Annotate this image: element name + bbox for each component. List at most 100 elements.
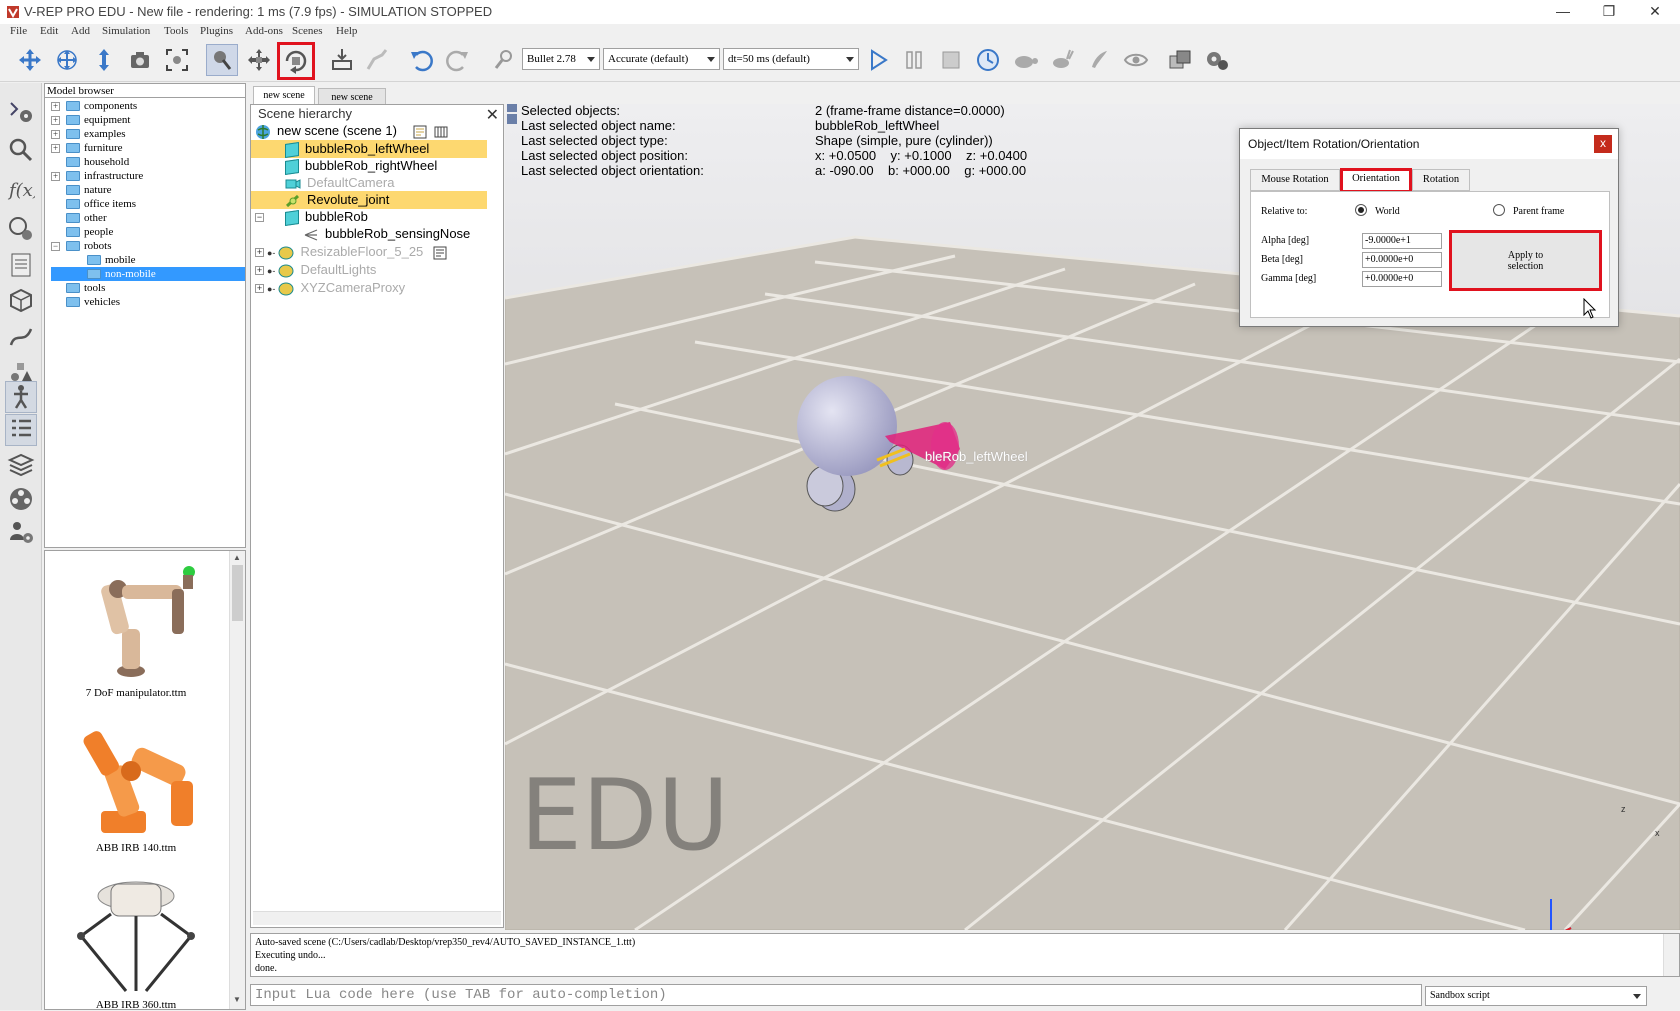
folder-item[interactable]: mobile: [51, 253, 245, 267]
menu-simulation[interactable]: Simulation: [102, 25, 150, 37]
hierarchy-hscrollbar[interactable]: [253, 911, 501, 925]
click-selection-button[interactable]: [206, 44, 238, 76]
film-icon[interactable]: [434, 125, 448, 139]
menu-plugins[interactable]: Plugins: [200, 25, 233, 37]
object-rotate-button[interactable]: [277, 42, 315, 80]
folder-item-selected[interactable]: non-mobile: [51, 267, 245, 281]
object-properties-button[interactable]: [5, 284, 37, 316]
folder-item[interactable]: + components: [51, 99, 245, 113]
model-thumbnail[interactable]: 7 DoF manipulator.ttm: [51, 559, 221, 699]
scrollbar-thumb[interactable]: [232, 565, 243, 621]
menu-add[interactable]: Add: [71, 25, 90, 37]
slow-down-button[interactable]: [1009, 44, 1041, 76]
hierarchy-item[interactable]: + ●- ResizableFloor_5_25: [251, 243, 487, 261]
hierarchy-item[interactable]: + ●- DefaultLights: [251, 261, 487, 279]
tab-orientation[interactable]: Orientation: [1340, 168, 1412, 193]
tab-scene-1[interactable]: new scene: [253, 86, 315, 104]
menu-file[interactable]: File: [10, 25, 27, 37]
menu-edit[interactable]: Edit: [40, 25, 58, 37]
scroll-up-icon[interactable]: ▲: [233, 553, 241, 562]
apply-to-selection-button[interactable]: Apply to selection: [1449, 230, 1602, 291]
camera-shift-button[interactable]: [88, 44, 120, 76]
visualization-toggle-button[interactable]: [1120, 44, 1152, 76]
collapse-icon[interactable]: −: [51, 241, 60, 251]
radio-parent-frame[interactable]: [1493, 204, 1505, 216]
folder-item[interactable]: + examples: [51, 127, 245, 141]
tab-rotation[interactable]: Rotation: [1412, 169, 1470, 191]
thumbnails-scrollbar[interactable]: ▲ ▼: [229, 551, 245, 1009]
folder-item[interactable]: vehicles: [51, 295, 245, 309]
expand-icon[interactable]: +: [51, 129, 60, 139]
folder-item[interactable]: − robots: [51, 239, 245, 253]
expand-icon[interactable]: +: [255, 284, 264, 294]
assemble-button[interactable]: [326, 44, 358, 76]
shape-edit-button[interactable]: [5, 213, 37, 245]
beta-input[interactable]: +0.0000e+0: [1362, 252, 1442, 268]
close-button[interactable]: ✕: [1632, 0, 1678, 24]
layers-button[interactable]: [5, 449, 37, 481]
folder-item[interactable]: nature: [51, 183, 245, 197]
expand-icon[interactable]: +: [51, 101, 60, 111]
expand-icon[interactable]: +: [51, 143, 60, 153]
calculation-modules-button[interactable]: [5, 134, 37, 166]
folder-item[interactable]: office items: [51, 197, 245, 211]
maximize-button[interactable]: ❐: [1586, 0, 1632, 24]
folder-item[interactable]: other: [51, 211, 245, 225]
folder-item[interactable]: household: [51, 155, 245, 169]
alpha-input[interactable]: -9.0000e+1: [1362, 233, 1442, 249]
camera-pan-button[interactable]: [14, 44, 46, 76]
selection-dialog-button[interactable]: [5, 249, 37, 281]
user-settings-button[interactable]: [5, 516, 37, 548]
expand-icon[interactable]: +: [51, 171, 60, 181]
console-scrollbar[interactable]: [1663, 934, 1679, 976]
hierarchy-item[interactable]: DefaultCamera: [251, 174, 487, 192]
folder-item[interactable]: + furniture: [51, 141, 245, 155]
pause-simulation-button[interactable]: [898, 44, 930, 76]
script-selector[interactable]: Sandbox script: [1425, 986, 1647, 1006]
expand-icon[interactable]: +: [51, 115, 60, 125]
script-icon[interactable]: [413, 125, 427, 139]
page-selector-button[interactable]: [1201, 44, 1233, 76]
start-simulation-button[interactable]: [862, 44, 894, 76]
info-toggle-icon[interactable]: [507, 104, 517, 112]
tab-mouse-rotation[interactable]: Mouse Rotation: [1250, 169, 1340, 191]
gamma-input[interactable]: +0.0000e+0: [1362, 271, 1442, 287]
script-icon[interactable]: [433, 246, 447, 260]
scripts-button[interactable]: f(x): [5, 173, 37, 205]
path-edit-button[interactable]: [5, 321, 37, 353]
info-toggle-icon[interactable]: [507, 114, 517, 124]
dynamics-toggle-button[interactable]: [488, 44, 520, 76]
dialog-close-button[interactable]: x: [1594, 135, 1612, 153]
simulation-settings-button[interactable]: [5, 95, 37, 127]
hierarchy-root[interactable]: new scene (scene 1): [251, 122, 503, 140]
folder-item[interactable]: + infrastructure: [51, 169, 245, 183]
scene-hierarchy-toggle-button[interactable]: [5, 414, 37, 446]
hierarchy-item[interactable]: bubbleRob_sensingNose: [251, 225, 487, 243]
fit-to-view-button[interactable]: [161, 44, 193, 76]
hierarchy-item[interactable]: − bubbleRob: [251, 208, 487, 226]
model-browser-toggle-button[interactable]: [5, 381, 37, 413]
stop-simulation-button[interactable]: [935, 44, 967, 76]
threaded-rendering-button[interactable]: [1083, 44, 1115, 76]
menu-addons[interactable]: Add-ons: [245, 25, 283, 37]
scene-selector-button[interactable]: [1164, 44, 1196, 76]
menu-help[interactable]: Help: [336, 25, 357, 37]
model-thumbnail[interactable]: ABB IRB 360.ttm: [51, 866, 221, 1011]
physics-engine-select[interactable]: Bullet 2.78: [522, 48, 600, 70]
camera-rotate-button[interactable]: [51, 44, 83, 76]
object-shift-button[interactable]: [243, 44, 275, 76]
ik-button[interactable]: [361, 44, 393, 76]
folder-item[interactable]: people: [51, 225, 245, 239]
video-recorder-button[interactable]: [5, 483, 37, 515]
folder-item[interactable]: tools: [51, 281, 245, 295]
menu-tools[interactable]: Tools: [164, 25, 188, 37]
camera-angle-button[interactable]: [124, 44, 156, 76]
hierarchy-item[interactable]: bubbleRob_rightWheel: [251, 157, 487, 175]
hierarchy-item-selected[interactable]: bubbleRob_leftWheel: [251, 140, 487, 158]
expand-icon[interactable]: +: [255, 248, 264, 258]
undo-button[interactable]: [405, 44, 437, 76]
hierarchy-item-selected[interactable]: Revolute_joint: [251, 191, 487, 209]
collapse-icon[interactable]: −: [255, 213, 264, 223]
redo-button[interactable]: [442, 44, 474, 76]
folder-item[interactable]: + equipment: [51, 113, 245, 127]
